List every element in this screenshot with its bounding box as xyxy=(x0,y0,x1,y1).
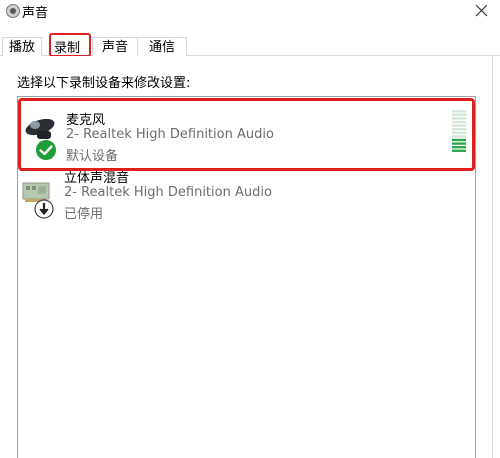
device-driver-microphone: 2- Realtek High Definition Audio xyxy=(66,127,274,142)
disabled-arrow-badge-icon xyxy=(34,199,54,219)
tab-communications[interactable]: 通信 xyxy=(137,37,187,57)
title-bar: 声音 xyxy=(0,0,500,30)
window-title: 声音 xyxy=(22,6,49,21)
level-meter xyxy=(452,110,466,152)
level-meter-bar xyxy=(452,120,466,124)
level-meter-bar xyxy=(452,110,466,113)
instruction-text: 选择以下录制设备来修改设置: xyxy=(17,76,191,91)
tab-sounds-label: 声音 xyxy=(101,40,128,55)
device-row-microphone[interactable]: 麦克风 2- Realtek High Definition Audio 默认设… xyxy=(18,98,475,171)
device-row-stereo-mix[interactable]: 立体声混音 2- Realtek High Definition Audio 已… xyxy=(18,171,475,227)
tab-playback[interactable]: 播放 xyxy=(2,37,42,57)
level-meter-bar xyxy=(452,146,466,149)
level-meter-bar xyxy=(452,128,466,131)
tab-recording[interactable]: 录制 xyxy=(49,33,91,57)
level-meter-bar xyxy=(452,135,466,138)
level-meter-bar xyxy=(452,131,466,134)
device-status-microphone: 默认设备 xyxy=(66,149,119,164)
level-meter-bar xyxy=(452,124,466,127)
close-icon[interactable] xyxy=(470,0,494,22)
check-badge-icon xyxy=(36,140,56,160)
tab-playback-label: 播放 xyxy=(8,40,35,55)
level-meter-bar xyxy=(452,149,466,152)
tab-communications-label: 通信 xyxy=(148,40,175,55)
device-driver-stereo-mix: 2- Realtek High Definition Audio xyxy=(64,185,272,200)
device-name-microphone: 麦克风 xyxy=(66,113,106,128)
level-meter-bar xyxy=(452,138,466,142)
level-meter-bar xyxy=(452,113,466,116)
device-status-stereo-mix: 已停用 xyxy=(64,207,104,222)
device-name-stereo-mix: 立体声混音 xyxy=(64,171,130,186)
tab-recording-label: 录制 xyxy=(54,41,81,56)
level-meter-bar xyxy=(452,117,466,120)
tab-sounds[interactable]: 声音 xyxy=(92,37,138,57)
device-list[interactable]: 麦克风 2- Realtek High Definition Audio 默认设… xyxy=(17,96,476,458)
speaker-icon xyxy=(6,4,20,18)
level-meter-bar xyxy=(452,142,466,145)
